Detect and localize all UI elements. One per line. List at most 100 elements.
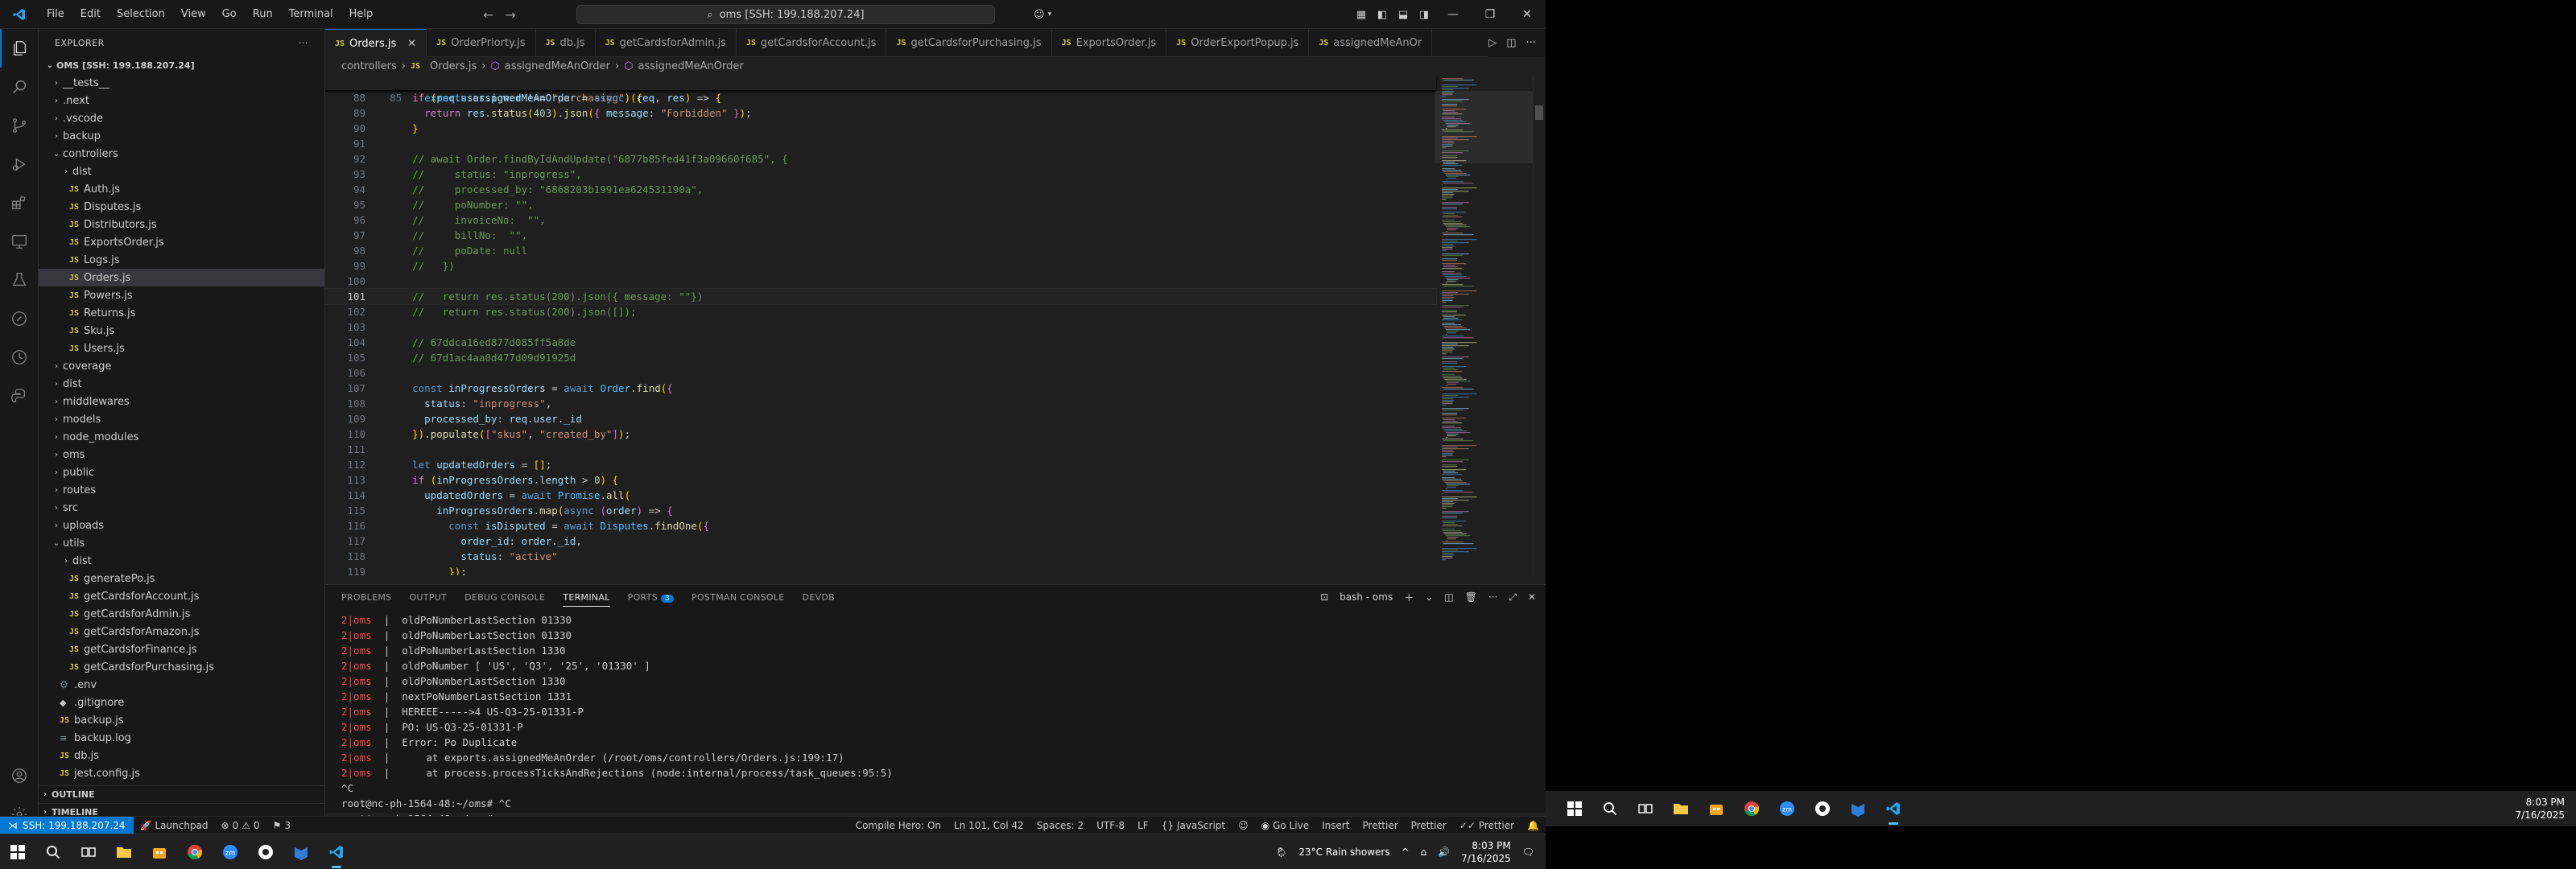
tree-file[interactable]: JS Powers.js xyxy=(39,286,324,304)
tree-file[interactable]: JS Returns.js xyxy=(39,304,324,322)
panel-tab-postman-console[interactable]: POSTMAN CONSOLE xyxy=(691,592,785,603)
menu-selection[interactable]: Selection xyxy=(109,0,173,29)
tree-file[interactable]: JS generatePo.js xyxy=(39,570,324,587)
tree-folder[interactable]: › backup xyxy=(39,127,324,145)
editor-tab[interactable]: JS db.js xyxy=(536,29,596,57)
code-line[interactable]: 97 // billNo: "", xyxy=(325,228,1436,243)
code-line[interactable]: 109 processed_by: req.user._id xyxy=(325,411,1436,426)
vscode-taskbar-icon[interactable] xyxy=(1876,791,1911,826)
taskbar-search-icon[interactable] xyxy=(35,834,71,869)
panel-tab-output[interactable]: OUTPUT xyxy=(409,592,447,603)
tree-file[interactable]: JS backup.js xyxy=(39,711,324,729)
outline-section[interactable]: › OUTLINE xyxy=(39,785,324,803)
split-terminal-icon[interactable]: ◫ xyxy=(1444,591,1453,603)
app-icon[interactable] xyxy=(1805,791,1840,826)
editor-tab[interactable]: JS assignedMeAnOr xyxy=(1309,29,1433,57)
code-line[interactable]: 119 }); xyxy=(325,564,1436,575)
breadcrumb-item[interactable]: Orders.js xyxy=(430,60,477,72)
tree-file[interactable]: JS Disputes.js xyxy=(39,198,324,216)
task-view-icon[interactable] xyxy=(71,834,106,869)
code-line[interactable]: 89 return res.status(403).json({ message… xyxy=(325,105,1436,121)
zoom-icon[interactable]: zm xyxy=(213,834,248,869)
scrollbar-thumb[interactable] xyxy=(1535,105,1543,120)
compile-hero-status[interactable]: Compile Hero: On xyxy=(849,820,947,831)
minimize-button[interactable]: — xyxy=(1435,0,1472,29)
tree-folder[interactable]: › coverage xyxy=(39,357,324,375)
menu-help[interactable]: Help xyxy=(341,0,382,29)
code-line[interactable]: 107 const inProgressOrders = await Order… xyxy=(325,381,1436,396)
close-window-button[interactable]: ✕ xyxy=(1509,0,1546,29)
weather-icon[interactable]: 🌦 xyxy=(1275,846,1287,858)
file-explorer-icon[interactable] xyxy=(1663,791,1699,826)
tree-file[interactable]: JS getCardsforFinance.js xyxy=(39,640,324,658)
remote-indicator[interactable]: ⋊ SSH: 199.188.207.24 xyxy=(0,816,134,834)
code-line[interactable]: 118 status: "active" xyxy=(325,549,1436,564)
tree-file[interactable]: JS jest.config.js xyxy=(39,764,324,782)
sticky-scroll-line[interactable]: 85 exports.assignedMeAnOrder = async (req… xyxy=(325,75,1436,104)
tree-folder[interactable]: › uploads xyxy=(39,517,324,534)
restore-button[interactable]: ❐ xyxy=(1472,0,1509,29)
volume-icon[interactable]: 🔊 xyxy=(1438,846,1450,858)
code-line[interactable]: 94 // processed_by: "6868203b1991ea62453… xyxy=(325,182,1436,197)
tree-file[interactable]: JS getCardsforAccount.js xyxy=(39,587,324,605)
windows-start-icon[interactable] xyxy=(1557,791,1592,826)
prettier-status-1[interactable]: Prettier xyxy=(1356,820,1405,831)
tree-file[interactable]: JS Distributors.js xyxy=(39,216,324,233)
copilot-chat-icon[interactable] xyxy=(0,338,39,377)
tree-folder[interactable]: › dist xyxy=(39,163,324,180)
tree-file[interactable]: JS getCardsforPurchasing.js xyxy=(39,658,324,676)
editor-tab[interactable]: JS ExportsOrder.js xyxy=(1052,29,1167,57)
prettier-status-2[interactable]: Prettier xyxy=(1405,820,1453,831)
code-line[interactable]: 96 // invoiceNo: "", xyxy=(325,212,1436,228)
workspace-root[interactable]: ⌄ OMS [SSH: 199.188.207.24] xyxy=(39,56,324,74)
tree-folder[interactable]: › models xyxy=(39,410,324,428)
menu-terminal[interactable]: Terminal xyxy=(281,0,341,29)
feedback-icon[interactable]: ☺ xyxy=(1232,820,1255,831)
encoding[interactable]: UTF-8 xyxy=(1090,820,1131,831)
tree-folder[interactable]: › dist xyxy=(39,375,324,393)
panel-tab-devdb[interactable]: DEVDB xyxy=(803,592,835,603)
more-actions-icon[interactable]: ··· xyxy=(1488,591,1497,603)
clock[interactable]: 8:03 PM 7/16/2025 xyxy=(2515,796,2565,822)
split-editor-icon[interactable]: ◫ xyxy=(1506,37,1516,49)
kill-terminal-icon[interactable]: 🗑 xyxy=(1465,591,1477,603)
tree-file[interactable]: JS getCardsforAmazon.js xyxy=(39,623,324,640)
breadcrumb-item[interactable]: assignedMeAnOrder xyxy=(505,60,610,72)
tree-file[interactable]: JS Auth.js xyxy=(39,180,324,198)
launchpad-button[interactable]: 🚀 Launchpad xyxy=(134,820,215,831)
code-line[interactable]: 105 // 67d1ac4aa0d477d09d91925d xyxy=(325,350,1436,365)
tree-file[interactable]: JS Users.js xyxy=(39,340,324,357)
code-line[interactable]: 101 // return res.status(200).json({ mes… xyxy=(325,288,1437,305)
maximize-panel-icon[interactable]: ⤢ xyxy=(1509,591,1517,603)
code-line[interactable]: 104 // 67ddca16ed877d085ff5a8de xyxy=(325,335,1436,350)
new-terminal-icon[interactable]: ＋ xyxy=(1404,591,1414,604)
store-icon[interactable] xyxy=(1699,791,1734,826)
tree-folder[interactable]: › middlewares xyxy=(39,393,324,410)
close-tab-icon[interactable]: ✕ xyxy=(407,38,416,50)
back-arrow-icon[interactable]: ← xyxy=(483,7,493,23)
tree-file[interactable]: JS getCardsforAdmin.js xyxy=(39,605,324,623)
end-of-line[interactable]: LF xyxy=(1131,820,1155,831)
chevron-down-icon[interactable]: ⌄ xyxy=(1425,591,1433,603)
python-icon[interactable] xyxy=(0,377,39,415)
remote-desktop-icon[interactable] xyxy=(1840,791,1876,826)
menu-view[interactable]: View xyxy=(173,0,214,29)
toggle-panel-icon[interactable]: ⬓ xyxy=(1393,0,1414,29)
vscode-taskbar-icon[interactable] xyxy=(319,834,354,869)
tree-folder[interactable]: › .vscode xyxy=(39,109,324,127)
command-center[interactable]: ⌕ oms [SSH: 199.188.207.24] xyxy=(576,5,995,24)
remote-desktop-icon[interactable] xyxy=(283,834,319,869)
code-line[interactable]: 110 }).populate(["skus", "created_by"]); xyxy=(325,426,1436,442)
chrome-icon[interactable] xyxy=(177,834,213,869)
tree-folder[interactable]: › .next xyxy=(39,92,324,109)
code-line[interactable]: 93 // status: "inprogress", xyxy=(325,167,1436,182)
editor-tab[interactable]: JS OrderPriorty.js xyxy=(427,29,536,57)
postman-icon[interactable] xyxy=(0,299,39,338)
store-icon[interactable] xyxy=(142,834,177,869)
notification-center-icon[interactable]: 🗨 xyxy=(1522,846,1534,858)
code-line[interactable]: 112 let updatedOrders = []; xyxy=(325,457,1436,472)
app-icon[interactable] xyxy=(248,834,283,869)
file-explorer-icon[interactable] xyxy=(106,834,142,869)
code-line[interactable]: 102 // return res.status(200).json([]); xyxy=(325,304,1436,319)
run-code-icon[interactable]: ▷ xyxy=(1488,37,1496,49)
